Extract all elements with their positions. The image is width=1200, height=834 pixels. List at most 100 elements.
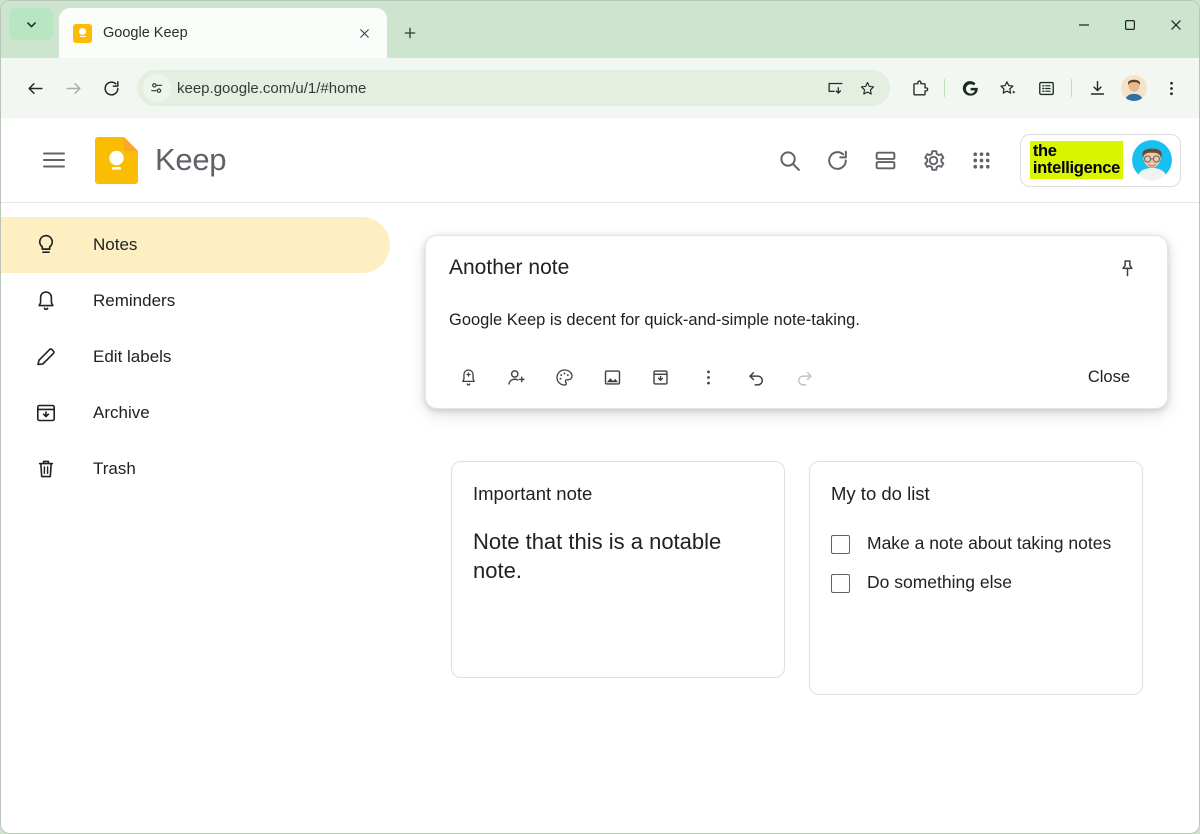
reminder-icon [461, 368, 475, 386]
maximize-icon [1125, 19, 1136, 30]
sparkle-star-button[interactable] [990, 70, 1026, 106]
browser-tab[interactable]: Google Keep [59, 8, 387, 58]
archive-icon [33, 400, 59, 426]
address-bar[interactable]: keep.google.com/u/1/#home [137, 70, 890, 106]
sidebar-item-trash[interactable]: Trash [1, 441, 390, 497]
install-app-icon [827, 82, 843, 94]
more-vertical-icon [706, 370, 710, 384]
archive-note-button[interactable] [641, 358, 679, 396]
tab-strip: Google Keep [1, 1, 1199, 58]
note-card-spacer [473, 586, 763, 658]
undo-button[interactable] [737, 358, 775, 396]
keep-header: Keep the intelligence [1, 118, 1199, 203]
pin-note-button[interactable] [1110, 251, 1144, 285]
checkbox-icon[interactable] [831, 573, 850, 593]
google-button[interactable] [952, 70, 988, 106]
bookmark-button[interactable] [852, 73, 882, 103]
account-avatar-image [1132, 140, 1172, 180]
tab-search-button[interactable] [9, 8, 53, 40]
checklist-item[interactable]: Do something else [831, 570, 1121, 596]
checkbox-icon[interactable] [831, 535, 850, 554]
tab-close-button[interactable] [351, 20, 377, 46]
account-avatar[interactable] [1132, 140, 1172, 180]
note-card-title: Important note [473, 483, 593, 504]
apps-grid-icon [973, 151, 990, 169]
site-settings-button[interactable] [143, 74, 171, 102]
palette-icon [555, 368, 573, 386]
redo-button[interactable] [785, 358, 823, 396]
notes-content: Another note Google Keep is decent for q… [393, 203, 1199, 833]
more-options-button[interactable] [689, 358, 727, 396]
redo-icon [797, 371, 812, 386]
bell-icon [33, 288, 59, 314]
sidebar-item-label: Notes [93, 235, 138, 254]
minimize-button[interactable] [1061, 1, 1107, 48]
checklist-item-label: Make a note about taking notes [867, 533, 1112, 553]
google-icon [962, 80, 978, 96]
apps-grid-button[interactable] [958, 136, 1006, 184]
note-title-input[interactable]: Another note [449, 256, 1110, 280]
plus-icon [404, 27, 416, 39]
keep-favicon [73, 23, 92, 43]
sidebar-item-reminders[interactable]: Reminders [1, 273, 390, 329]
notes-grid: Important note Note that this is a notab… [451, 461, 1143, 695]
refresh-icon [828, 150, 848, 170]
back-button[interactable] [17, 70, 53, 106]
account-badge: the intelligence [1029, 140, 1123, 180]
pencil-icon [33, 344, 59, 370]
sidebar-item-notes[interactable]: Notes [1, 217, 390, 273]
note-card-spacer [831, 609, 1121, 675]
account-chip[interactable]: the intelligence [1019, 133, 1181, 187]
add-image-button[interactable] [593, 358, 631, 396]
maximize-button[interactable] [1107, 1, 1153, 48]
hamburger-icon [43, 152, 65, 168]
reload-button[interactable] [93, 70, 129, 106]
reading-list-icon [1038, 81, 1054, 95]
forward-button[interactable] [55, 70, 91, 106]
close-icon [1171, 19, 1181, 30]
downloads-button[interactable] [1079, 70, 1115, 106]
settings-gear-icon [924, 149, 945, 171]
close-window-button[interactable] [1153, 1, 1199, 48]
checklist-item-label: Do something else [867, 571, 1012, 592]
collaborator-button[interactable] [497, 358, 535, 396]
collaborator-icon [507, 369, 525, 385]
note-body-input[interactable]: Google Keep is decent for quick-and-simp… [449, 311, 1144, 330]
sidebar-item-label: Edit labels [93, 347, 172, 366]
archive-icon [652, 369, 668, 385]
checklist-item[interactable]: Make a note about taking notes [831, 531, 1121, 557]
sidebar-item-label: Archive [93, 403, 150, 422]
extensions-button[interactable] [901, 70, 937, 106]
new-tab-button[interactable] [394, 17, 426, 49]
tab-title: Google Keep [103, 25, 188, 41]
note-card-important-note[interactable]: Important note Note that this is a notab… [451, 461, 785, 678]
settings-button[interactable] [910, 136, 958, 184]
note-card-my-to-do-list[interactable]: My to do list Make a note about taking n… [809, 461, 1143, 695]
browser-menu-button[interactable] [1153, 70, 1189, 106]
main-menu-button[interactable] [31, 137, 77, 183]
arrow-right-icon [65, 82, 81, 94]
sidebar-item-label: Reminders [93, 291, 176, 310]
list-view-button[interactable] [862, 136, 910, 184]
refresh-button[interactable] [814, 136, 862, 184]
toolbar-divider [1071, 79, 1072, 97]
search-button[interactable] [766, 136, 814, 184]
remind-me-button[interactable] [449, 358, 487, 396]
profile-avatar[interactable] [1121, 75, 1147, 101]
sidebar-item-archive[interactable]: Archive [1, 385, 390, 441]
account-badge-line2: intelligence [1032, 158, 1120, 177]
toolbar-divider [944, 79, 945, 97]
reading-list-button[interactable] [1028, 70, 1064, 106]
image-icon [604, 369, 620, 385]
search-icon [780, 150, 801, 171]
more-vertical-icon [1169, 81, 1173, 95]
arrow-left-icon [27, 82, 43, 94]
browser-toolbar: keep.google.com/u/1/#home [1, 58, 1199, 118]
install-app-button[interactable] [820, 73, 850, 103]
tune-icon [151, 83, 163, 93]
download-icon [1090, 80, 1104, 95]
background-options-button[interactable] [545, 358, 583, 396]
sidebar-item-edit-labels[interactable]: Edit labels [1, 329, 390, 385]
star-outline-icon [860, 81, 874, 95]
close-note-button[interactable]: Close [1074, 360, 1144, 395]
